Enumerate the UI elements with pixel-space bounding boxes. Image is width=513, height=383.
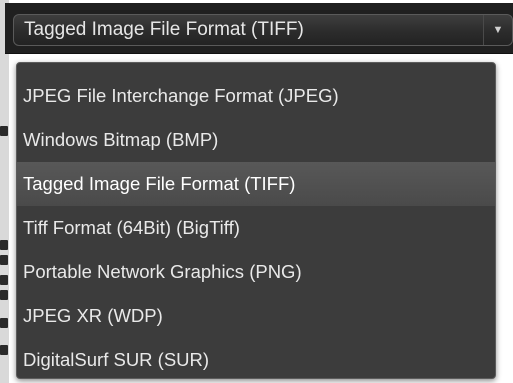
background-text-fragment bbox=[0, 318, 8, 328]
option-label: Tiff Format (64Bit) (BigTiff) bbox=[23, 217, 240, 238]
chevron-down-icon[interactable]: ▼ bbox=[483, 15, 512, 45]
background-text-fragment bbox=[0, 345, 8, 355]
option-sur[interactable]: DigitalSurf SUR (SUR) bbox=[17, 338, 495, 382]
option-label: JPEG XR (WDP) bbox=[23, 305, 163, 326]
option-jpeg[interactable]: JPEG File Interchange Format (JPEG) bbox=[17, 74, 495, 118]
option-wdp[interactable]: JPEG XR (WDP) bbox=[17, 294, 495, 338]
file-format-select-value: Tagged Image File Format (TIFF) bbox=[24, 19, 304, 40]
screen: Tagged Image File Format (TIFF) ▼ JPEG F… bbox=[0, 0, 513, 383]
background-text-fragment bbox=[0, 255, 8, 265]
file-format-select[interactable]: Tagged Image File Format (TIFF) ▼ bbox=[13, 14, 513, 46]
option-label: Portable Network Graphics (PNG) bbox=[23, 261, 302, 282]
option-label: Tagged Image File Format (TIFF) bbox=[23, 173, 296, 194]
option-bmp[interactable]: Windows Bitmap (BMP) bbox=[17, 118, 495, 162]
option-bigtiff[interactable]: Tiff Format (64Bit) (BigTiff) bbox=[17, 206, 495, 250]
background-text-fragment bbox=[0, 275, 8, 285]
background-text-fragment bbox=[0, 126, 8, 136]
option-tiff[interactable]: Tagged Image File Format (TIFF) bbox=[17, 162, 495, 206]
format-select-panel: Tagged Image File Format (TIFF) ▼ bbox=[5, 3, 513, 54]
background-text-fragment bbox=[0, 240, 8, 250]
option-label: Windows Bitmap (BMP) bbox=[23, 129, 219, 150]
background-text-fragment bbox=[0, 290, 8, 300]
background-window-edge bbox=[0, 0, 9, 383]
file-format-dropdown-list: JPEG File Interchange Format (JPEG) Wind… bbox=[16, 62, 496, 379]
option-label: JPEG File Interchange Format (JPEG) bbox=[23, 85, 339, 106]
option-label: DigitalSurf SUR (SUR) bbox=[23, 349, 210, 370]
option-png[interactable]: Portable Network Graphics (PNG) bbox=[17, 250, 495, 294]
